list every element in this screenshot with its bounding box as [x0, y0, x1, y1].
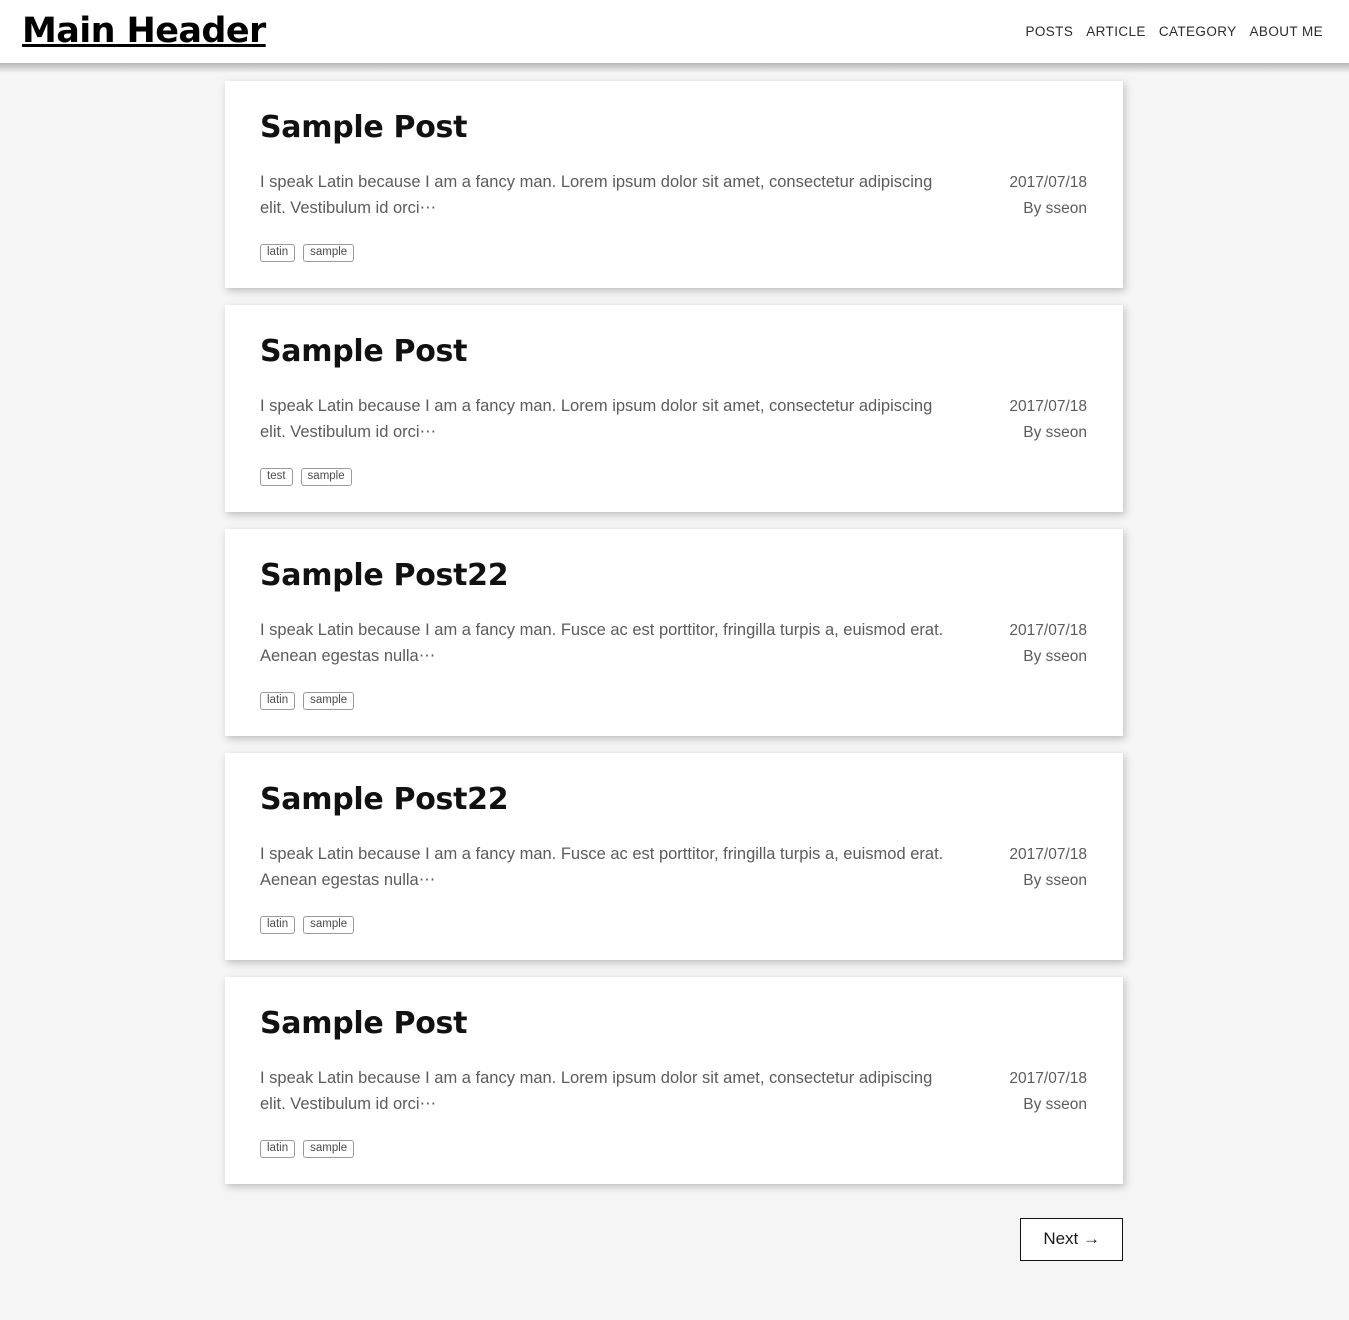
post-body: I speak Latin because I am a fancy man. … — [260, 1065, 1087, 1118]
site-title[interactable]: Main Header — [22, 14, 266, 49]
post-excerpt: I speak Latin because I am a fancy man. … — [260, 396, 933, 441]
post-date: 2017/07/18 — [1009, 397, 1087, 415]
nav-link-category[interactable]: CATEGORY — [1159, 24, 1237, 39]
post-date: 2017/07/18 — [1009, 621, 1087, 639]
tag-row: latin sample — [260, 243, 1087, 263]
tag-row: test sample — [260, 467, 1087, 487]
tag-chip[interactable]: latin — [260, 691, 296, 711]
tag-chip[interactable]: sample — [303, 915, 355, 935]
post-title[interactable]: Sample Post — [260, 110, 1087, 146]
post-title[interactable]: Sample Post — [260, 1007, 1087, 1042]
tag-chip[interactable]: sample — [303, 243, 355, 263]
tag-row: latin sample — [260, 1139, 1087, 1159]
post-date: 2017/07/18 — [1009, 173, 1087, 191]
post-author: By sseon — [1023, 647, 1087, 665]
post-author: By sseon — [1023, 199, 1087, 217]
pagination: Next → — [225, 1201, 1123, 1262]
tag-chip[interactable]: sample — [303, 691, 355, 711]
post-body: I speak Latin because I am a fancy man. … — [260, 393, 1087, 446]
post-title[interactable]: Sample Post22 — [260, 783, 1087, 818]
post-author: By sseon — [1023, 423, 1087, 441]
post-excerpt: I speak Latin because I am a fancy man. … — [260, 1068, 933, 1114]
post-meta: 2017/07/18 By sseon — [1009, 393, 1087, 446]
page-content: Sample Post I speak Latin because I am a … — [0, 63, 1349, 1262]
post-date: 2017/07/18 — [1009, 845, 1087, 863]
post-meta: 2017/07/18 By sseon — [1009, 1065, 1087, 1118]
tag-row: latin sample — [260, 915, 1087, 935]
post-meta: 2017/07/18 By sseon — [1009, 841, 1087, 894]
post-meta: 2017/07/18 By sseon — [1009, 617, 1087, 670]
post-body: I speak Latin because I am a fancy man. … — [260, 841, 1087, 894]
post-body: I speak Latin because I am a fancy man. … — [260, 617, 1087, 670]
tag-chip[interactable]: sample — [303, 1139, 355, 1159]
tag-chip[interactable]: test — [260, 467, 293, 487]
post-meta: 2017/07/18 By sseon — [1009, 169, 1087, 222]
post-title[interactable]: Sample Post — [260, 335, 1087, 370]
post-excerpt: I speak Latin because I am a fancy man. … — [260, 172, 933, 217]
tag-chip[interactable]: latin — [260, 1139, 296, 1159]
next-page-button[interactable]: Next → — [1020, 1218, 1123, 1262]
site-header: Main Header POSTS ARTICLE CATEGORY ABOUT ME — [0, 0, 1349, 73]
post-card[interactable]: Sample Post I speak Latin because I am a … — [225, 305, 1123, 513]
nav-link-posts[interactable]: POSTS — [1025, 24, 1073, 39]
post-excerpt: I speak Latin because I am a fancy man. … — [260, 620, 944, 666]
tag-chip[interactable]: latin — [260, 915, 296, 935]
main-nav: POSTS ARTICLE CATEGORY ABOUT ME — [1025, 24, 1327, 39]
post-author: By sseon — [1023, 871, 1087, 889]
post-card[interactable]: Sample Post22 I speak Latin because I am … — [225, 529, 1123, 737]
post-card[interactable]: Sample Post22 I speak Latin because I am … — [225, 753, 1123, 961]
nav-link-about-me[interactable]: ABOUT ME — [1250, 24, 1323, 39]
post-author: By sseon — [1023, 1095, 1087, 1113]
post-title[interactable]: Sample Post22 — [260, 559, 1087, 594]
nav-link-article[interactable]: ARTICLE — [1086, 24, 1146, 39]
post-body: I speak Latin because I am a fancy man. … — [260, 169, 1087, 222]
post-list: Sample Post I speak Latin because I am a … — [225, 81, 1123, 1185]
tag-chip[interactable]: latin — [260, 243, 296, 263]
post-card[interactable]: Sample Post I speak Latin because I am a … — [225, 81, 1123, 289]
tag-chip[interactable]: sample — [300, 467, 352, 487]
post-date: 2017/07/18 — [1009, 1069, 1087, 1087]
post-card[interactable]: Sample Post I speak Latin because I am a … — [225, 977, 1123, 1185]
tag-row: latin sample — [260, 691, 1087, 711]
post-excerpt: I speak Latin because I am a fancy man. … — [260, 844, 944, 890]
